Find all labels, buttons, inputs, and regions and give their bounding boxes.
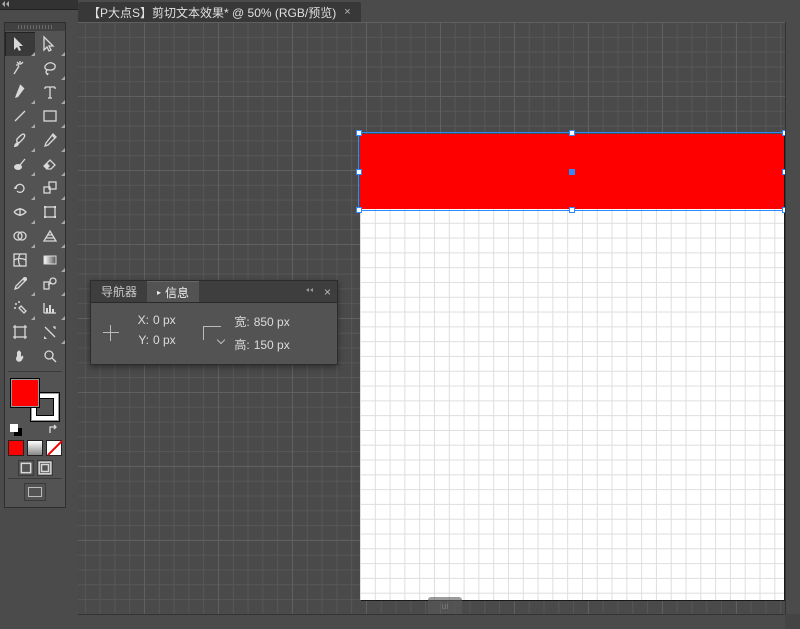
magic-wand-tool[interactable]	[5, 56, 35, 80]
collapse-icon	[2, 1, 12, 9]
shape-builder-tool[interactable]	[5, 224, 35, 248]
slice-tool[interactable]	[35, 320, 65, 344]
selected-rectangle[interactable]	[360, 134, 784, 209]
perspective-grid-tool[interactable]	[35, 224, 65, 248]
color-mode-icon[interactable]	[8, 440, 24, 456]
free-transform-tool[interactable]	[35, 200, 65, 224]
dock-mode-row	[5, 483, 65, 501]
vertical-scrollbar[interactable]	[785, 22, 800, 629]
info-panel-header[interactable]: 导航器 ▸ 信息 ×	[91, 281, 337, 303]
mesh-tool[interactable]	[5, 248, 35, 272]
tab-navigator[interactable]: 导航器	[91, 281, 147, 302]
pencil-tool[interactable]	[35, 128, 65, 152]
lasso-tool[interactable]	[35, 56, 65, 80]
paintbrush-tool[interactable]	[5, 128, 35, 152]
position-icon	[99, 313, 123, 353]
hand-tool[interactable]	[5, 344, 35, 368]
scrollbar-corner	[785, 614, 800, 629]
direct-selection-tool[interactable]	[35, 32, 65, 56]
eraser-tool[interactable]	[35, 152, 65, 176]
fill-swatch[interactable]	[10, 378, 40, 408]
info-panel-body: X:0 px Y:0 px 宽:850 px 高:150 px	[91, 303, 337, 363]
document-tab-bar: 【P大点S】剪切文本效果* @ 50% (RGB/预览) ×	[78, 0, 362, 22]
artboard-tool[interactable]	[5, 320, 35, 344]
dimensions-icon	[200, 313, 224, 353]
line-segment-tool[interactable]	[5, 104, 35, 128]
panel-collapse-strip[interactable]	[0, 0, 78, 10]
default-fill-stroke-icon[interactable]	[10, 424, 24, 436]
close-icon[interactable]: ×	[324, 285, 331, 299]
width-tool[interactable]	[5, 200, 35, 224]
gradient-tool[interactable]	[35, 248, 65, 272]
close-icon[interactable]: ×	[344, 6, 350, 18]
eyedropper-tool[interactable]	[5, 272, 35, 296]
panel-menu-icon[interactable]	[306, 288, 316, 296]
rectangle-tool[interactable]	[35, 104, 65, 128]
chevron-down-icon: ▸	[157, 288, 161, 297]
document-tab[interactable]: 【P大点S】剪切文本效果* @ 50% (RGB/预览) ×	[78, 2, 361, 22]
symbol-sprayer-tool[interactable]	[5, 296, 35, 320]
document-title: 【P大点S】剪切文本效果* @ 50% (RGB/预览)	[88, 4, 336, 21]
tools-panel	[4, 22, 66, 508]
position-values: X:0 px Y:0 px	[127, 313, 176, 353]
pen-tool[interactable]	[5, 80, 35, 104]
dock-mode-icon[interactable]	[24, 483, 46, 501]
tab-info-label: 信息	[165, 284, 189, 301]
gradient-mode-icon[interactable]	[27, 440, 43, 456]
type-tool[interactable]	[35, 80, 65, 104]
none-mode-icon[interactable]	[46, 440, 62, 456]
info-panel[interactable]: 导航器 ▸ 信息 × X:0 px Y:0 px 宽:850 px 高:150 …	[90, 280, 338, 365]
scale-tool[interactable]	[35, 176, 65, 200]
blend-tool[interactable]	[35, 272, 65, 296]
blob-brush-tool[interactable]	[5, 152, 35, 176]
draw-mode-row	[5, 440, 65, 456]
normal-screen-icon[interactable]	[18, 460, 34, 476]
column-graph-tool[interactable]	[35, 296, 65, 320]
tab-info[interactable]: ▸ 信息	[147, 281, 199, 302]
watermark: ui	[428, 597, 462, 615]
fill-stroke-control[interactable]	[10, 378, 60, 422]
screen-mode-row	[5, 460, 65, 476]
swap-fill-stroke-icon[interactable]	[48, 424, 60, 436]
horizontal-scrollbar[interactable]	[78, 614, 785, 629]
rotate-tool[interactable]	[5, 176, 35, 200]
selection-tool[interactable]	[5, 32, 35, 56]
dimension-values: 宽:850 px 高:150 px	[228, 313, 290, 353]
zoom-tool[interactable]	[35, 344, 65, 368]
full-screen-icon[interactable]	[37, 460, 53, 476]
panel-drag-handle[interactable]	[5, 23, 65, 31]
